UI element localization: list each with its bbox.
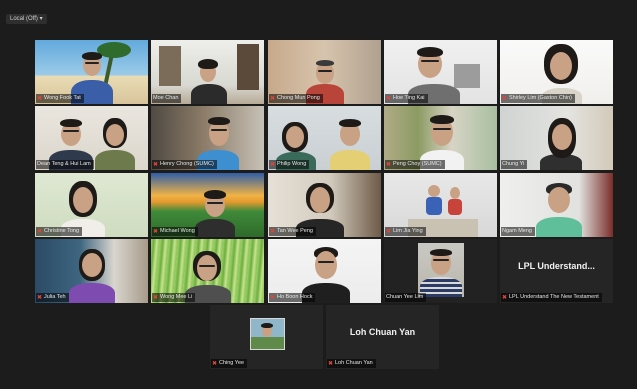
participant-name: Wong Mee Li	[160, 294, 193, 300]
participant-name: Henry Chong (SUMC)	[160, 161, 214, 167]
participant-name: Chung Yi	[502, 161, 525, 167]
mic-muted-icon: ✖	[153, 228, 159, 235]
mic-muted-icon: ✖	[212, 360, 218, 367]
participant-tile[interactable]: ✖ Wong Mee Li	[151, 239, 264, 303]
participant-name-label: ✖ Hoe Ting Kai	[385, 94, 428, 103]
participant-name: Ngam Meng	[502, 228, 532, 234]
participant-tile[interactable]: ✖ Henry Chong (SUMC)	[151, 106, 264, 170]
participant-name: Loh Chuan Yan	[335, 360, 373, 366]
participant-name-label: Dean Teng & Hui Lam	[36, 160, 94, 169]
participant-name: Wong Fook Tat	[44, 95, 81, 101]
participant-name: Tan Wee Peng	[277, 228, 313, 234]
participant-tile-no-video[interactable]: LPL Understand... ✖ LPL Understand The Ne…	[500, 239, 613, 303]
participant-name: Christine Tong	[44, 228, 80, 234]
participant-name-label: ✖ Philip Wong	[269, 160, 310, 169]
participant-name: Peng Choy (SUMC)	[393, 161, 442, 167]
participant-name-label: ✖ Ching Yee	[211, 359, 248, 368]
participant-name-label: Ngam Meng	[501, 227, 535, 236]
participant-tile[interactable]: ✖ Julia Teh	[35, 239, 148, 303]
participant-name: Dean Teng & Hui Lam	[37, 161, 91, 167]
participant-name: Michael Wong	[160, 228, 195, 234]
mic-muted-icon: ✖	[37, 294, 43, 301]
participant-tile[interactable]: ✖ Tan Wee Peng	[268, 173, 381, 237]
participant-name: Chong Mun Pong	[277, 95, 320, 101]
mic-muted-icon: ✖	[153, 161, 159, 168]
participant-display-name: LPL Understand...	[518, 261, 595, 271]
participant-name-label: ✖ Loh Chuan Yan	[327, 359, 376, 368]
participant-tile[interactable]: ✖ Hoe Ting Kai	[384, 40, 497, 104]
participant-tile[interactable]: ✖ Peng Choy (SUMC)	[384, 106, 497, 170]
mic-muted-icon: ✖	[37, 95, 43, 102]
recording-status-text: Local (Off)	[10, 16, 38, 22]
mic-muted-icon: ✖	[386, 161, 392, 168]
participant-name-label: ✖ Tan Wee Peng	[269, 227, 316, 236]
participant-name-label: Moe Chan	[152, 94, 182, 103]
participant-name-label: ✖ Lim Jia Ying	[385, 227, 426, 236]
participant-tile[interactable]: ✖ Lim Jia Ying	[384, 173, 497, 237]
participant-name-label: ✖ Julia Teh	[36, 293, 69, 302]
mic-muted-icon: ✖	[153, 294, 159, 301]
participant-name-label: ✖ Wong Fook Tat	[36, 94, 84, 103]
mic-muted-icon: ✖	[386, 95, 392, 102]
participant-tile[interactable]: ✖ Wong Fook Tat	[35, 40, 148, 104]
mic-muted-icon: ✖	[37, 228, 43, 235]
participant-name-label: ✖ LPL Understand The New Testament	[501, 293, 602, 302]
recording-status-badge[interactable]: Local (Off) ▾	[6, 14, 47, 24]
participant-name-label: ✖ Christine Tong	[36, 227, 83, 236]
participant-tile[interactable]: Chuan Yee Lim	[384, 239, 497, 303]
participant-name-label: ✖ Henry Chong (SUMC)	[152, 160, 217, 169]
participant-name: Chuan Yee Lim	[386, 294, 424, 300]
participant-name-label: ✖ Shirley Lim (Gaston Chin)	[501, 94, 575, 103]
participant-tile-no-video[interactable]: Loh Chuan Yan ✖ Loh Chuan Yan	[326, 305, 439, 369]
participant-tile[interactable]: ✖ Shirley Lim (Gaston Chin)	[500, 40, 613, 104]
mic-muted-icon: ✖	[502, 294, 508, 301]
participant-name: LPL Understand The New Testament	[509, 294, 599, 300]
mic-muted-icon: ✖	[270, 161, 276, 168]
participant-name-label: ✖ Wong Mee Li	[152, 293, 196, 302]
participant-name: Julia Teh	[44, 294, 66, 300]
participant-tile[interactable]: Chung Yi	[500, 106, 613, 170]
participant-tile[interactable]: ✖ Philip Wong	[268, 106, 381, 170]
participant-name: Ho Boon Hock	[277, 294, 313, 300]
participant-name-label: ✖ Ho Boon Hock	[269, 293, 316, 302]
mic-muted-icon: ✖	[270, 228, 276, 235]
participant-tile-active[interactable]: Moe Chan	[151, 40, 264, 104]
mic-muted-icon: ✖	[502, 95, 508, 102]
video-gallery-window: Local (Off) ▾ ✖ Wong Fook Tat Moe Chan ✖…	[0, 0, 637, 389]
participant-name: Ching Yee	[219, 360, 245, 366]
participant-tile[interactable]: Ngam Meng	[500, 173, 613, 237]
mic-muted-icon: ✖	[328, 360, 334, 367]
chevron-down-icon: ▾	[39, 16, 43, 22]
participant-name-label: ✖ Peng Choy (SUMC)	[385, 160, 445, 169]
participant-name-label: ✖ Chong Mun Pong	[269, 94, 323, 103]
participant-display-name: Loh Chuan Yan	[349, 327, 416, 337]
avatar	[250, 318, 285, 350]
participant-tile[interactable]: ✖ Ho Boon Hock	[268, 239, 381, 303]
participant-tile[interactable]: ✖ Chong Mun Pong	[268, 40, 381, 104]
participant-tile[interactable]: ✖ Michael Wong	[151, 173, 264, 237]
mic-muted-icon: ✖	[270, 294, 276, 301]
participant-name: Moe Chan	[153, 95, 179, 101]
participant-name: Philip Wong	[277, 161, 307, 167]
mic-muted-icon: ✖	[270, 95, 276, 102]
participant-name: Hoe Ting Kai	[393, 95, 425, 101]
participant-name-label: ✖ Michael Wong	[152, 227, 198, 236]
participant-tile[interactable]: ✖ Christine Tong	[35, 173, 148, 237]
participant-tile-no-video[interactable]: ✖ Ching Yee	[210, 305, 323, 369]
participant-name: Lim Jia Ying	[393, 228, 423, 234]
participant-name-label: Chung Yi	[501, 160, 528, 169]
participant-tile[interactable]: Dean Teng & Hui Lam	[35, 106, 148, 170]
participant-name-label: Chuan Yee Lim	[385, 293, 427, 302]
participant-name: Shirley Lim (Gaston Chin)	[509, 95, 572, 101]
mic-muted-icon: ✖	[386, 228, 392, 235]
